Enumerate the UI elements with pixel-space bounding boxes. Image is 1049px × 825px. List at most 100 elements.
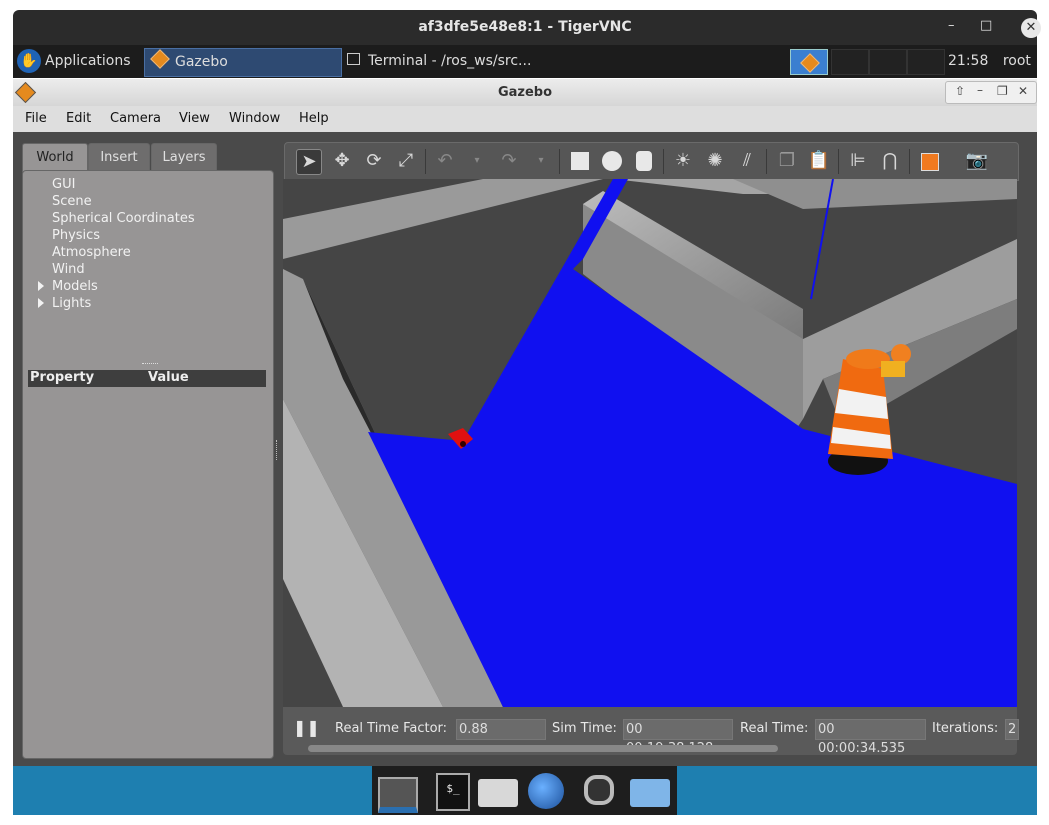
sphere-icon[interactable] — [600, 149, 624, 173]
workspace-gazebo-icon — [800, 53, 820, 73]
tree-item-wind[interactable]: Wind — [52, 262, 85, 277]
sim-time-label: Sim Time: — [552, 721, 617, 736]
toolbar-separator — [766, 149, 767, 174]
paste-icon[interactable]: 📋 — [807, 149, 831, 173]
applications-logo-icon: ✋ — [17, 49, 41, 73]
real-time-value: 00 00:00:34.535 — [815, 719, 926, 756]
task-terminal[interactable]: Terminal - /ros_ws/src... — [343, 48, 543, 75]
panel-resize-handle[interactable] — [276, 440, 280, 460]
menu-file[interactable]: File — [25, 111, 47, 126]
view-angle-icon[interactable] — [917, 149, 941, 173]
sim-time-value: 00 00:19:38.128 — [623, 719, 733, 756]
tree-item-atmosphere[interactable]: Atmosphere — [52, 245, 131, 260]
cylinder-icon[interactable] — [632, 149, 656, 173]
vnc-close-button[interactable]: ✕ — [1021, 18, 1041, 38]
toolbar-separator — [663, 149, 664, 174]
workspace-2[interactable] — [831, 49, 869, 75]
close-button[interactable]: ✕ — [1018, 84, 1028, 98]
dock: $_ — [372, 766, 677, 815]
toolbar: ➤ ✥ ⟳ ⤢ ↶ ▾ ↷ ▾ ☀ ✺ ⫽ ❐ 📋 ⊫ ⋂ 📷 — [284, 142, 1019, 181]
toolbar-separator — [838, 149, 839, 174]
gazebo-window-title: Gazebo — [497, 85, 553, 100]
tab-world[interactable]: World — [22, 143, 88, 172]
gazebo-titlebar: Gazebo ⇧ – ❐ ✕ — [13, 79, 1037, 107]
terminal-icon[interactable]: $_ — [432, 773, 472, 811]
screenshot-icon[interactable]: 📷 — [965, 149, 989, 173]
panel-clock-area: 21:58 root — [948, 45, 1031, 78]
files-icon[interactable] — [630, 773, 670, 809]
pause-icon[interactable]: ❚❚ — [293, 718, 320, 737]
rotate-icon[interactable]: ⟳ — [362, 149, 386, 173]
tree-item-gui[interactable]: GUI — [52, 177, 75, 192]
task-gazebo[interactable]: Gazebo — [144, 48, 342, 77]
toolbar-separator — [425, 149, 426, 174]
rtf-value: 0.88 — [456, 719, 546, 740]
tab-insert[interactable]: Insert — [88, 143, 150, 171]
translate-icon[interactable]: ✥ — [330, 149, 354, 173]
gazebo-window-controls: ⇧ – ❐ ✕ — [945, 81, 1037, 104]
menu-view[interactable]: View — [179, 111, 210, 126]
vnc-minimize-button[interactable]: – — [948, 18, 955, 33]
task-terminal-label: Terminal - /ros_ws/src... — [368, 53, 532, 69]
property-column-header: Property — [30, 370, 95, 385]
vnc-maximize-button[interactable]: □ — [980, 18, 992, 33]
splitter-handle[interactable] — [142, 363, 158, 367]
toolbar-separator — [559, 149, 560, 174]
status-scrollbar[interactable] — [308, 745, 778, 752]
magnet-icon[interactable]: ⋂ — [878, 149, 902, 173]
task-gazebo-label: Gazebo — [175, 54, 228, 70]
tree-item-lights[interactable]: Lights — [52, 296, 91, 311]
align-icon[interactable]: ⊫ — [846, 149, 870, 173]
menu-bar: File Edit Camera View Window Help — [13, 106, 1037, 132]
workspace-3[interactable] — [869, 49, 907, 75]
redo-icon[interactable]: ↷ — [497, 149, 521, 173]
workspace-4[interactable] — [907, 49, 945, 75]
vnc-titlebar: af3dfe5e48e8:1 - TigerVNC – □ ✕ — [13, 10, 1041, 45]
copy-icon[interactable]: ❐ — [775, 149, 799, 173]
clock[interactable]: 21:58 — [948, 53, 988, 69]
expand-arrow-icon[interactable] — [38, 298, 44, 308]
tree-item-spherical-coordinates[interactable]: Spherical Coordinates — [52, 211, 195, 226]
workspace-switcher[interactable] — [790, 49, 828, 75]
undo-icon[interactable]: ↶ — [433, 149, 457, 173]
home-folder-icon[interactable] — [478, 773, 518, 809]
tree-item-models[interactable]: Models — [52, 279, 98, 294]
tree-item-physics[interactable]: Physics — [52, 228, 100, 243]
iterations-label: Iterations: — [932, 721, 999, 736]
terminal-task-icon — [347, 53, 360, 65]
tree-item-scene[interactable]: Scene — [52, 194, 92, 209]
vnc-window-title: af3dfe5e48e8:1 - TigerVNC — [418, 19, 632, 35]
real-time-label: Real Time: — [740, 721, 809, 736]
restore-button[interactable]: ❐ — [997, 84, 1008, 98]
applications-label: Applications — [45, 53, 131, 69]
rtf-label: Real Time Factor: — [335, 721, 448, 736]
menu-help[interactable]: Help — [299, 111, 329, 126]
show-desktop-icon[interactable] — [376, 773, 418, 813]
web-browser-icon[interactable] — [528, 773, 568, 809]
tab-layers[interactable]: Layers — [151, 143, 217, 171]
property-header: Property Value — [28, 370, 266, 387]
gazebo-icon — [150, 49, 170, 69]
select-arrow-icon[interactable]: ➤ — [296, 149, 322, 175]
user-label[interactable]: root — [1003, 53, 1031, 69]
toolbar-separator — [909, 149, 910, 174]
applications-menu[interactable]: ✋ Applications — [15, 45, 140, 78]
menu-window[interactable]: Window — [229, 111, 280, 126]
point-light-icon[interactable]: ☀ — [671, 149, 695, 173]
iterations-value: 2 — [1005, 719, 1019, 740]
redo-dropdown-icon[interactable]: ▾ — [529, 149, 553, 173]
top-panel: ✋ Applications Gazebo Terminal - /ros_ws… — [13, 45, 1037, 78]
spot-light-icon[interactable]: ✺ — [703, 149, 727, 173]
undo-dropdown-icon[interactable]: ▾ — [465, 149, 489, 173]
menu-camera[interactable]: Camera — [110, 111, 161, 126]
expand-arrow-icon[interactable] — [38, 281, 44, 291]
search-icon[interactable] — [578, 773, 618, 809]
3d-viewport[interactable] — [283, 179, 1017, 707]
minimize-button[interactable]: – — [977, 83, 983, 97]
menu-edit[interactable]: Edit — [66, 111, 91, 126]
shade-button[interactable]: ⇧ — [955, 84, 965, 98]
box-icon[interactable] — [568, 149, 592, 173]
directional-light-icon[interactable]: ⫽ — [735, 149, 759, 173]
value-column-header: Value — [148, 370, 189, 385]
scale-icon[interactable]: ⤢ — [394, 149, 418, 173]
